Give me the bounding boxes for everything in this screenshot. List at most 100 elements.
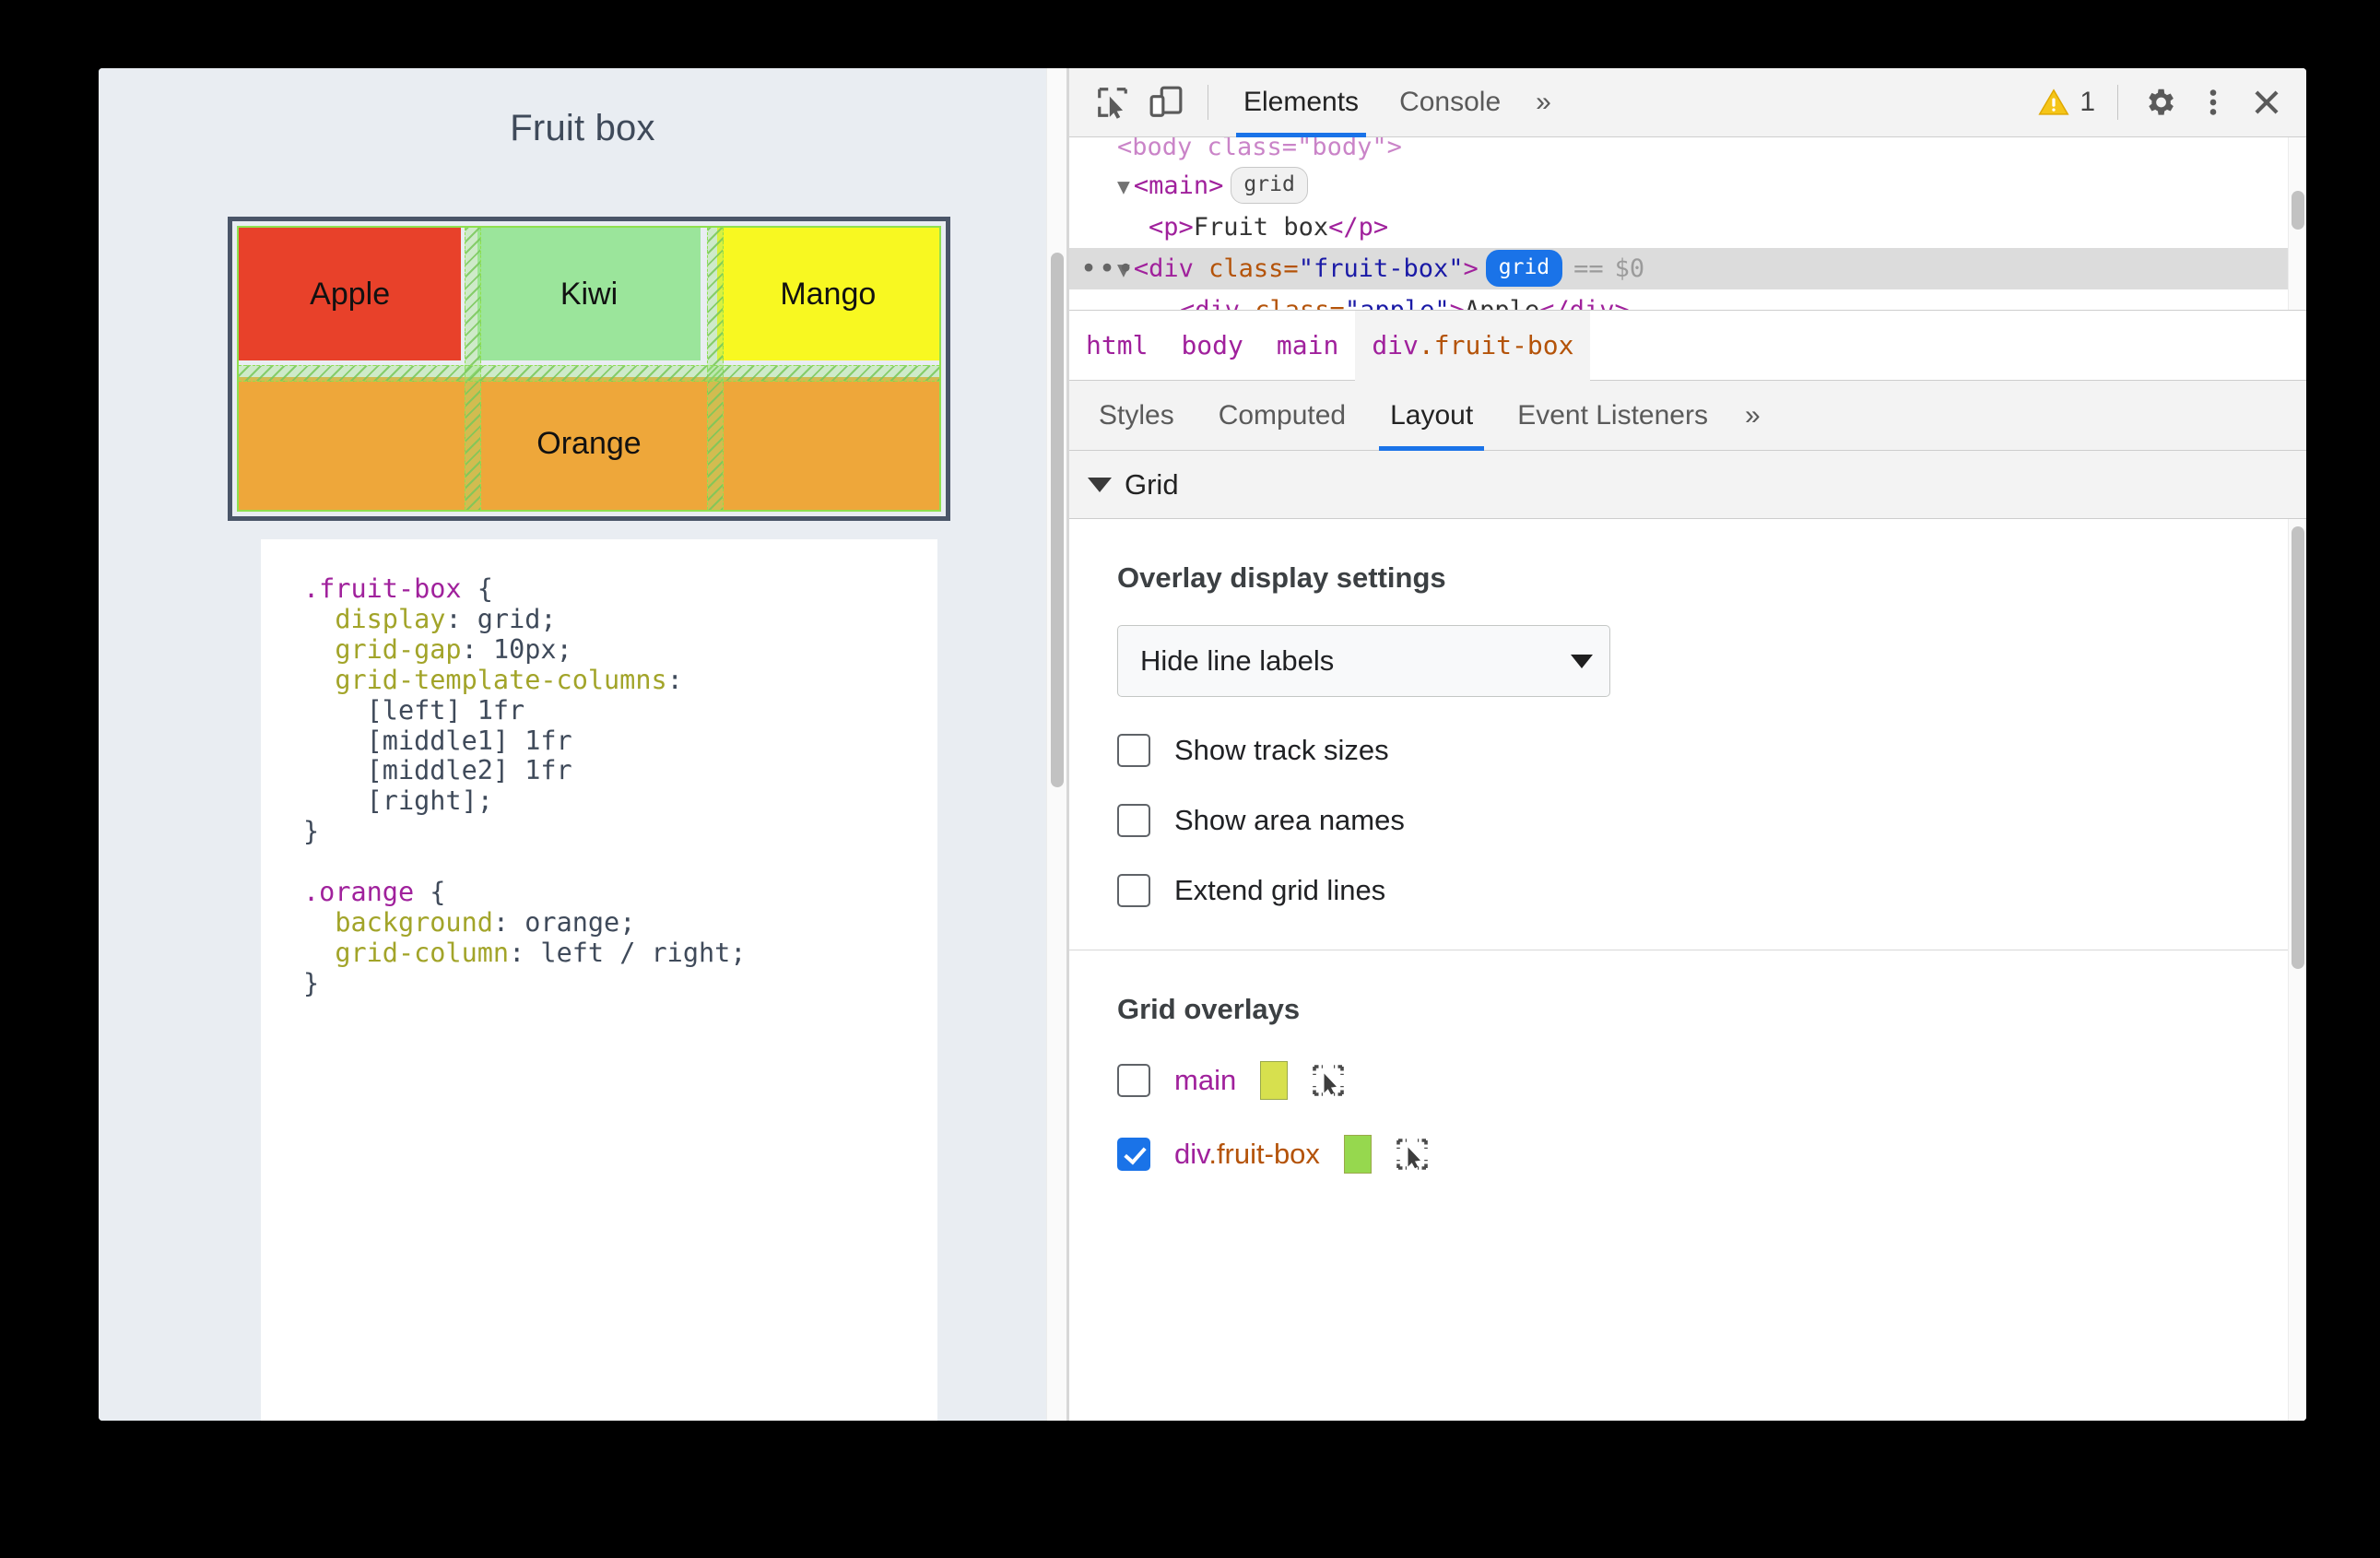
- reveal-element-icon-main[interactable]: [1312, 1064, 1345, 1097]
- label-show-track-sizes: Show track sizes: [1174, 734, 1389, 766]
- breadcrumb-item-html[interactable]: html: [1069, 311, 1164, 381]
- twisty-icon[interactable]: ▼: [1117, 175, 1130, 199]
- checkbox-overlay-main[interactable]: [1117, 1064, 1150, 1097]
- checkbox-show-track-sizes[interactable]: [1117, 734, 1150, 767]
- line-labels-select[interactable]: Hide line labels: [1117, 625, 1610, 697]
- label-show-area-names: Show area names: [1174, 804, 1405, 836]
- dom-tree[interactable]: <body class="body"> ▼ <main> grid <p>Fruit…: [1069, 137, 2306, 311]
- tab-elements[interactable]: Elements: [1223, 68, 1379, 137]
- warning-badge[interactable]: 1: [2030, 86, 2103, 119]
- dom-apple-text: Apple: [1464, 296, 1540, 311]
- dom-div-attr-value: "fruit-box": [1298, 254, 1464, 283]
- checkbox-extend-grid-lines[interactable]: [1117, 874, 1150, 907]
- grid-section-header[interactable]: Grid: [1069, 451, 2306, 519]
- css-source-card: .fruit-box { display: grid; grid-gap: 10…: [261, 539, 937, 1421]
- dom-console-ref: $0: [1614, 254, 1645, 283]
- breadcrumb-item-body[interactable]: body: [1164, 311, 1259, 381]
- devtools-toolbar: Elements Console » 1: [1069, 68, 2306, 137]
- dom-p-open: <p>: [1149, 213, 1194, 242]
- label-extend-grid-lines: Extend grid lines: [1174, 874, 1386, 906]
- overlay-name-class: .fruit-box: [1208, 1138, 1320, 1170]
- grid-overlays-title: Grid overlays: [1117, 993, 1301, 1025]
- dom-body-tag: <body class="body">: [1117, 137, 1402, 161]
- overlay-row-div-fruit-box[interactable]: div.fruit-box: [1117, 1135, 2306, 1174]
- dom-div-attr-name: class=: [1208, 254, 1299, 283]
- checkbox-row-show-track-sizes[interactable]: Show track sizes: [1117, 734, 2306, 767]
- dom-tree-scrollbar-thumb[interactable]: [2292, 191, 2304, 230]
- layout-panel-scrollbar[interactable]: [2288, 519, 2306, 1421]
- warning-triangle-icon: [2038, 89, 2069, 115]
- line-labels-select-value: Hide line labels: [1140, 644, 1335, 677]
- tab-computed[interactable]: Computed: [1196, 381, 1368, 451]
- overlay-name-tag: div: [1174, 1138, 1209, 1170]
- layout-panel-body: Overlay display settings Hide line label…: [1069, 519, 2306, 1421]
- sidebar-panel-tabs: Styles Computed Layout Event Listeners »: [1069, 381, 2306, 451]
- dom-p-close: </p>: [1328, 213, 1389, 242]
- overlay-row-main[interactable]: main: [1117, 1061, 2306, 1100]
- inspect-cursor-icon[interactable]: [1086, 76, 1139, 129]
- grid-badge-main[interactable]: grid: [1231, 167, 1308, 204]
- dom-equals: ==: [1573, 254, 1604, 283]
- tab-layout[interactable]: Layout: [1368, 381, 1495, 451]
- more-tabs-icon[interactable]: »: [1521, 87, 1566, 118]
- toolbar-divider-right: [2117, 85, 2118, 120]
- dom-row-body-partial[interactable]: <body class="body">: [1069, 137, 2306, 165]
- dom-tree-scrollbar[interactable]: [2288, 137, 2306, 310]
- css-source-code: .fruit-box { display: grid; grid-gap: 10…: [303, 573, 747, 998]
- dom-row-main[interactable]: ▼ <main> grid: [1069, 165, 2306, 207]
- dom-apple-close: </div>: [1539, 296, 1630, 311]
- page-title: Fruit box: [510, 108, 655, 148]
- checkbox-row-show-area-names[interactable]: Show area names: [1117, 804, 2306, 837]
- dom-apple-attr-value: "apple": [1344, 296, 1450, 311]
- browser-window: Fruit box Apple Kiwi Mango Orange .fruit…: [99, 68, 2306, 1421]
- grid-cell-mango: Mango: [716, 228, 939, 360]
- device-toolbar-icon[interactable]: [1139, 76, 1193, 129]
- dom-row-fruit-box-selected[interactable]: ••• ▼ <div class="fruit-box"> grid == $0: [1069, 248, 2306, 289]
- grid-cell-apple: Apple: [239, 228, 462, 360]
- gear-icon[interactable]: [2133, 76, 2186, 129]
- collapse-triangle-icon[interactable]: [1088, 477, 1112, 492]
- layout-panel-scrollbar-thumb[interactable]: [2292, 526, 2304, 969]
- checkbox-row-extend-grid-lines[interactable]: Extend grid lines: [1117, 874, 2306, 907]
- dom-p-text: Fruit box: [1193, 213, 1329, 242]
- tab-styles[interactable]: Styles: [1077, 381, 1196, 451]
- reveal-element-icon-div-fruit-box[interactable]: [1396, 1138, 1429, 1171]
- grid-badge-fruit-box[interactable]: grid: [1485, 250, 1563, 287]
- grid-section-title: Grid: [1125, 467, 1179, 501]
- page-viewport: Fruit box Apple Kiwi Mango Orange .fruit…: [99, 68, 1066, 1421]
- fruit-box-grid: Apple Kiwi Mango Orange: [237, 226, 941, 512]
- overlay-color-swatch-div-fruit-box[interactable]: [1343, 1135, 1372, 1174]
- dom-div-tag: <div: [1133, 254, 1209, 283]
- dom-row-apple[interactable]: <div class="apple">Apple</div>: [1069, 289, 2306, 311]
- dom-apple-tag: <div: [1180, 296, 1255, 311]
- more-panel-tabs-icon[interactable]: »: [1730, 400, 1775, 431]
- dom-apple-tag-close: >: [1449, 296, 1465, 311]
- checkbox-overlay-div-fruit-box[interactable]: [1117, 1138, 1150, 1171]
- breadcrumb-tag: div: [1372, 330, 1419, 360]
- dom-div-tag-close: >: [1463, 254, 1479, 283]
- kebab-menu-icon[interactable]: [2186, 76, 2240, 129]
- chevron-down-icon[interactable]: [1571, 654, 1593, 668]
- checkbox-show-area-names[interactable]: [1117, 804, 1150, 837]
- tab-console[interactable]: Console: [1379, 68, 1521, 137]
- breadcrumb-item-div-fruit-box[interactable]: div .fruit-box: [1355, 310, 1591, 381]
- page-scrollbar-thumb[interactable]: [1051, 253, 1064, 787]
- breadcrumb-item-main[interactable]: main: [1260, 311, 1355, 381]
- overlay-color-swatch-main[interactable]: [1260, 1061, 1289, 1100]
- tab-event-listeners[interactable]: Event Listeners: [1495, 381, 1730, 451]
- fruit-box-preview: Apple Kiwi Mango Orange: [228, 217, 950, 521]
- grid-cell-orange: Orange: [239, 377, 939, 510]
- page-scrollbar[interactable]: [1046, 68, 1066, 1421]
- close-icon[interactable]: [2240, 76, 2293, 129]
- overlay-display-settings-title: Overlay display settings: [1117, 561, 1446, 594]
- dom-main-tag: <main>: [1133, 171, 1224, 200]
- dom-row-more-icon[interactable]: •••: [1080, 248, 1136, 289]
- dom-apple-attr-name: class=: [1255, 296, 1345, 311]
- breadcrumb-class: .fruit-box: [1418, 330, 1574, 360]
- overlay-name-main: main: [1174, 1064, 1237, 1096]
- overlay-name-div-fruit-box: div.fruit-box: [1174, 1138, 1320, 1171]
- breadcrumb: html body main div .fruit-box: [1069, 310, 2306, 381]
- warning-count: 1: [2080, 87, 2095, 117]
- dom-row-p[interactable]: <p>Fruit box</p>: [1069, 207, 2306, 248]
- toolbar-right-group: 1: [2021, 76, 2293, 129]
